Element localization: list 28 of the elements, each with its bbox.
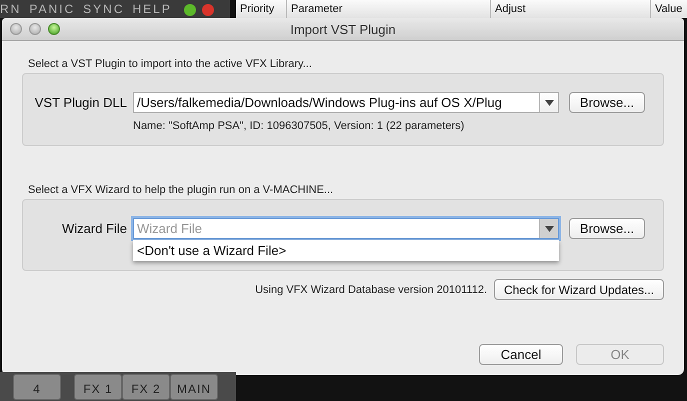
browse-button[interactable]: Browse... [569, 218, 645, 239]
menu-item[interactable]: HELP [132, 0, 172, 18]
plugin-info: Name: "SoftAmp PSA", ID: 1096307505, Version: 1 (22 parameters) [133, 120, 466, 132]
dropdown-option[interactable]: <Don't use a Wizard File> [133, 240, 559, 261]
channel-button[interactable]: FX 1 [74, 374, 122, 400]
column-header[interactable]: Priority [236, 0, 286, 18]
close-icon[interactable] [10, 23, 22, 35]
close-icon[interactable] [202, 4, 214, 16]
wizard-file-field[interactable]: Wizard File [134, 220, 539, 237]
window-title: Import VST Plugin [290, 22, 396, 36]
section-caption: Select a VFX Wizard to help the plugin run on a V-MACHINE... [28, 184, 334, 196]
zoom-icon[interactable] [48, 23, 60, 35]
menu-item[interactable]: PANIC [29, 0, 76, 18]
browse-button[interactable]: Browse... [569, 92, 645, 113]
database-version-text: Using VFX Wizard Database version 20101112. [255, 284, 487, 296]
minimize-icon[interactable] [184, 4, 196, 16]
plugin-path-combo[interactable]: /Users/falkemedia/Downloads/Windows Plug-ins auf OS X/Plug [133, 92, 559, 113]
check-updates-button[interactable]: Check for Wizard Updates... [494, 279, 664, 300]
minimize-icon[interactable] [29, 23, 41, 35]
channel-button[interactable]: 4 [13, 374, 61, 400]
menu-item[interactable]: SYNC [83, 0, 124, 18]
field-label: VST Plugin DLL [34, 95, 127, 110]
channel-button[interactable]: MAIN [170, 374, 218, 400]
section-caption: Select a VST Plugin to import into the active VFX Library... [28, 58, 313, 70]
field-label: Wizard File [60, 221, 127, 236]
channel-button[interactable]: FX 2 [122, 374, 170, 400]
dialog-button[interactable]: Cancel [479, 344, 563, 365]
menu-item[interactable]: RN [0, 0, 22, 18]
